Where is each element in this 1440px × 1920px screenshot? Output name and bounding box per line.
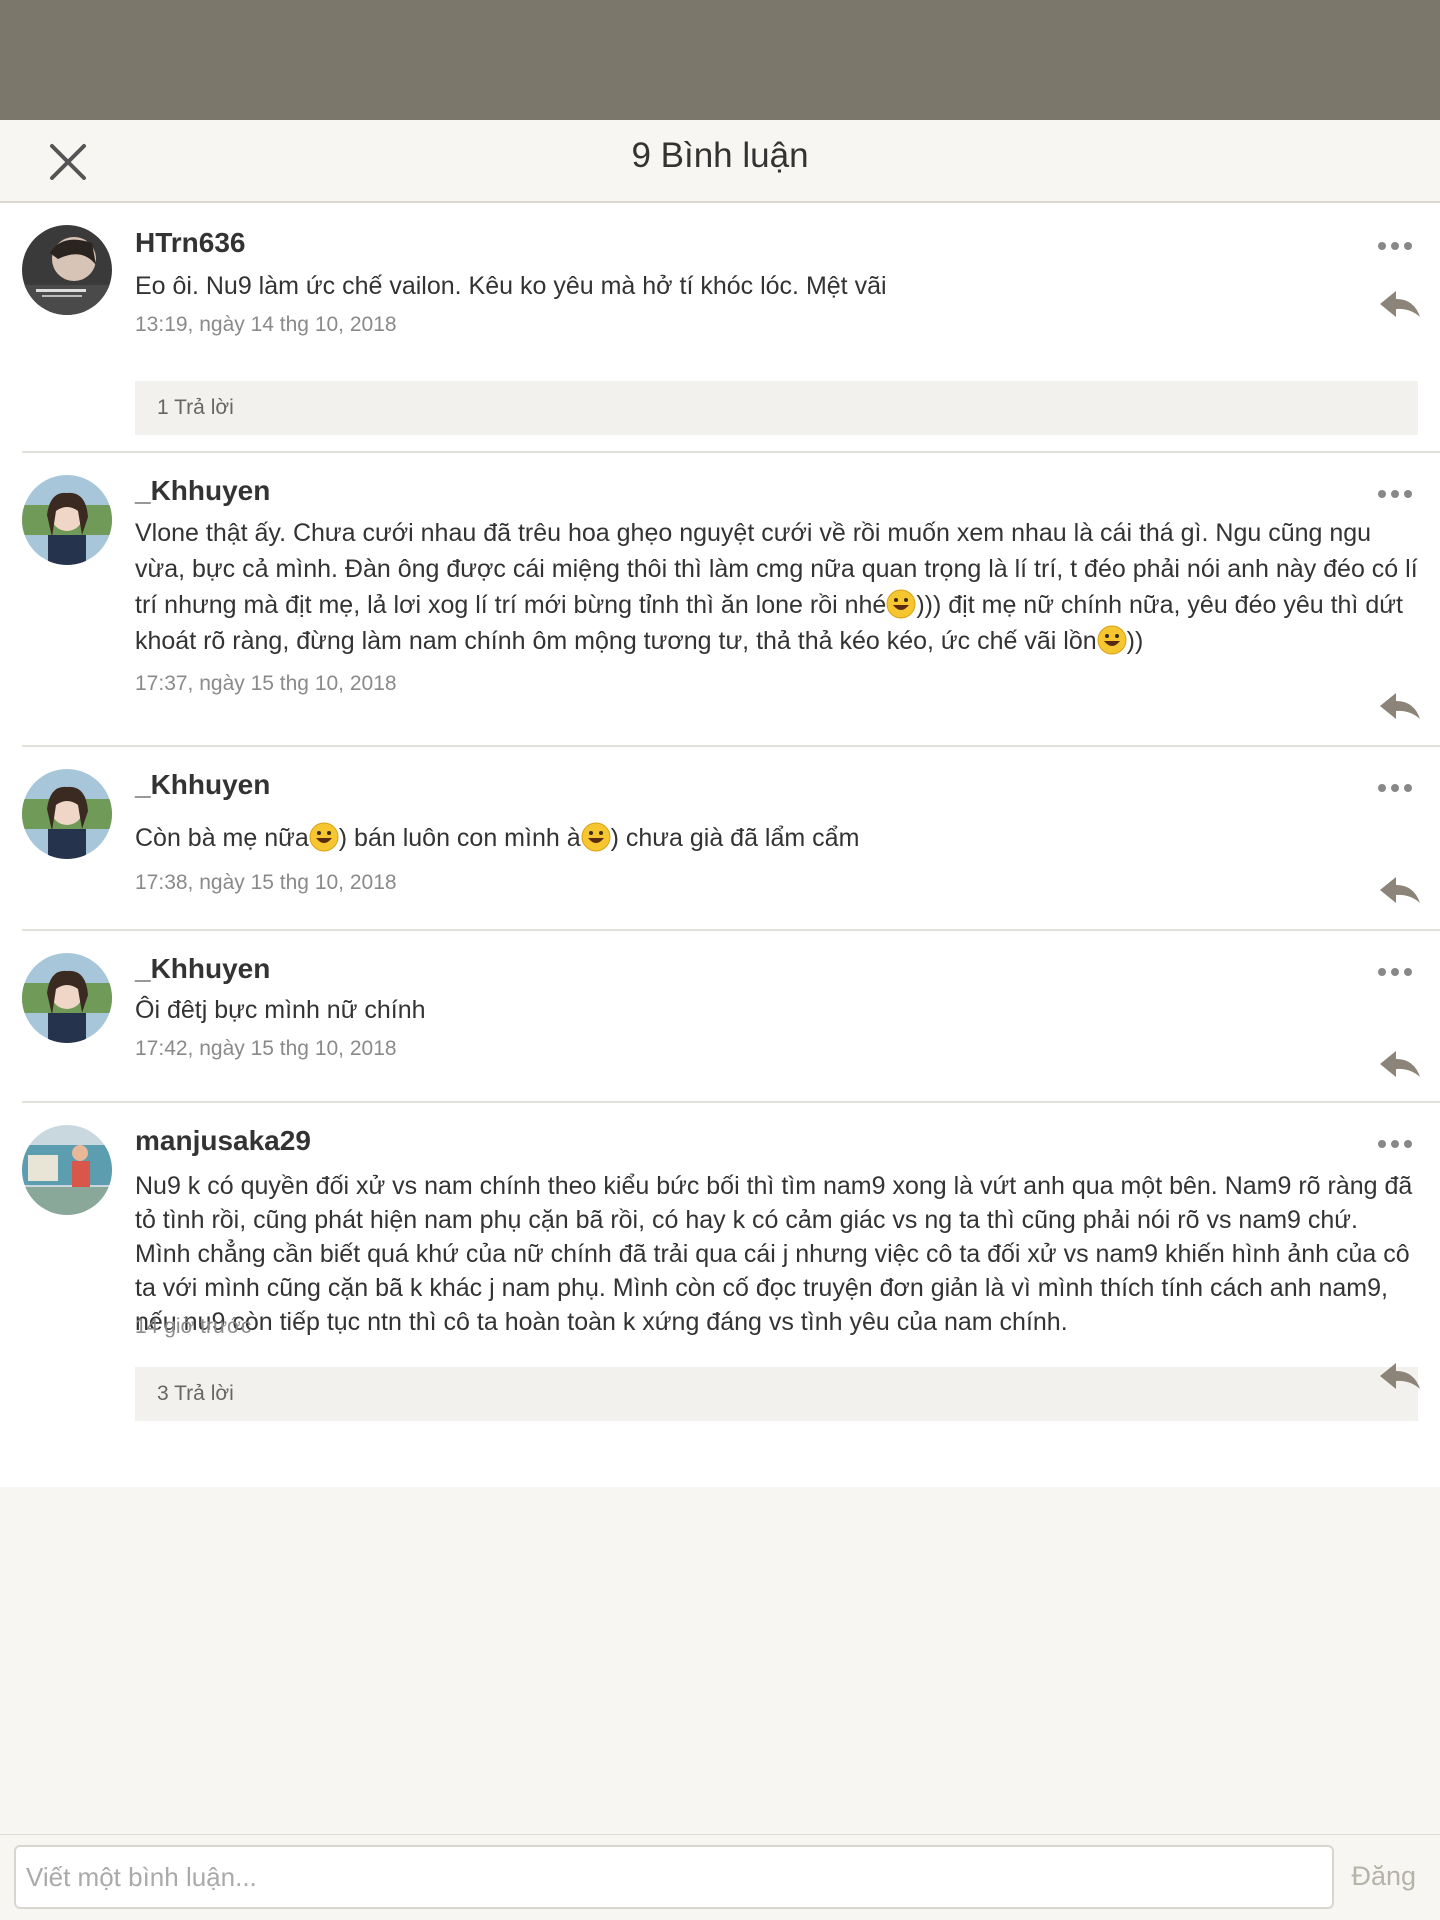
comment-timestamp: 17:42, ngày 15 thg 10, 2018: [135, 1037, 397, 1060]
more-options-icon[interactable]: [1378, 779, 1418, 792]
comment-timestamp: 17:38, ngày 15 thg 10, 2018: [135, 871, 397, 894]
comment-composer: Đăng: [0, 1834, 1440, 1920]
comment-text: Còn bà mẹ nữa ) bán luôn con mình à ) chưa…: [135, 821, 1418, 871]
comment-text: Ôi đêtj bực mình nữ chính: [135, 996, 426, 1024]
comment-username[interactable]: _Khhuyen: [135, 769, 1418, 821]
comment-timestamp: 13:19, ngày 14 thg 10, 2018: [135, 313, 397, 336]
reply-icon[interactable]: [1378, 875, 1422, 907]
page-title: 9 Bình luận: [631, 136, 809, 175]
avatar[interactable]: [22, 1125, 112, 1215]
comment-username[interactable]: HTrn636: [135, 227, 1418, 269]
avatar[interactable]: [22, 953, 112, 1043]
avatar[interactable]: [22, 475, 112, 565]
comment-text-part: Còn bà mẹ nữa: [135, 824, 309, 852]
comment-text: Vlone thật ấy. Chưa cưới nhau đã trêu ho…: [135, 515, 1418, 672]
avatar[interactable]: [22, 225, 112, 315]
comment-username[interactable]: manjusaka29: [135, 1125, 1418, 1169]
more-options-icon[interactable]: [1378, 963, 1418, 976]
grinning-emoji-icon: [581, 822, 611, 852]
grinning-emoji-icon: [309, 822, 339, 852]
comment-item: HTrn636 Eo ôi. Nu9 làm ức chế vailon. Kê…: [22, 203, 1440, 453]
more-options-icon[interactable]: [1378, 1135, 1418, 1148]
grinning-emoji-icon: [1097, 625, 1127, 655]
post-button[interactable]: Đăng: [1351, 1861, 1416, 1892]
reply-icon[interactable]: [1378, 289, 1422, 321]
comment-timestamp: 17:37, ngày 15 thg 10, 2018: [135, 672, 397, 695]
comment-item: _Khhuyen Ôi đêtj bực mình nữ chính 17:42…: [22, 931, 1440, 1103]
reply-icon[interactable]: [1378, 1049, 1422, 1081]
reply-icon[interactable]: [1378, 1361, 1422, 1393]
comment-list: HTrn636 Eo ôi. Nu9 làm ức chế vailon. Kê…: [0, 203, 1440, 1487]
comment-text-part: ) bán luôn con mình à: [338, 824, 581, 852]
avatar[interactable]: [22, 769, 112, 859]
view-replies-button[interactable]: 3 Trả lời: [135, 1367, 1418, 1421]
comment-item: manjusaka29 Nu9 k có quyền đối xử vs nam…: [22, 1103, 1440, 1487]
comment-item: _Khhuyen Còn bà mẹ nữa ) bán luôn con mìn…: [22, 747, 1440, 931]
reply-icon[interactable]: [1378, 691, 1422, 723]
comment-username[interactable]: _Khhuyen: [135, 953, 1418, 993]
more-options-icon[interactable]: [1378, 237, 1418, 250]
comments-header: 9 Bình luận: [0, 120, 1440, 203]
more-options-icon[interactable]: [1378, 485, 1418, 498]
comment-text-part: )): [1126, 627, 1144, 655]
comment-text: Nu9 k có quyền đối xử vs nam chính theo …: [135, 1172, 1413, 1336]
view-replies-button[interactable]: 1 Trả lời: [135, 381, 1418, 435]
comment-text-part: ) chưa già đã lẩm cẩm: [610, 824, 860, 852]
comments-sheet: 9 Bình luận HTrn636 Eo ôi. Nu9 làm ức ch…: [0, 120, 1440, 1920]
comment-item: _Khhuyen Vlone thật ấy. Chưa cưới nhau đ…: [22, 453, 1440, 747]
comment-input[interactable]: [14, 1845, 1334, 1909]
comment-text: Eo ôi. Nu9 làm ức chế vailon. Kêu ko yêu…: [135, 272, 887, 300]
grinning-emoji-icon: [886, 589, 916, 619]
dimmed-backdrop[interactable]: [0, 0, 1440, 120]
comment-username[interactable]: _Khhuyen: [135, 475, 1418, 515]
